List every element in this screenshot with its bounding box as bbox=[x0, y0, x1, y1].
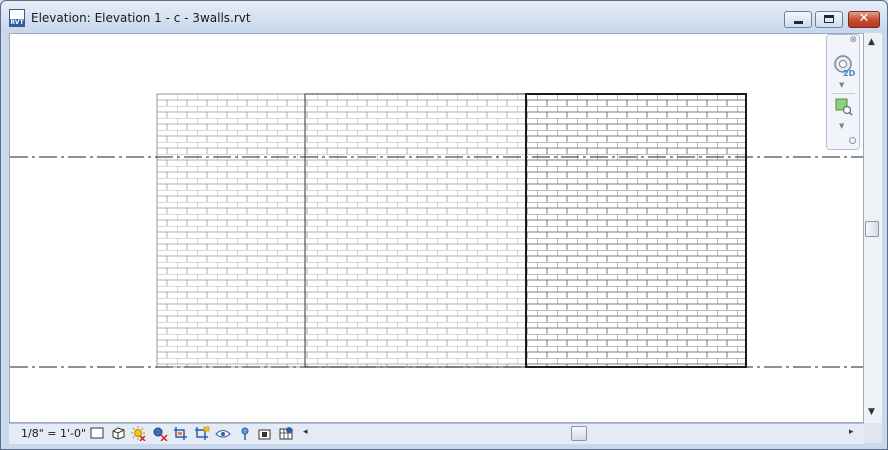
view-control-bar: 1/8" = 1'-0" ◂ ▸ bbox=[9, 423, 864, 444]
zoom-region-icon[interactable] bbox=[835, 98, 853, 116]
chevron-down-icon[interactable]: ▼ bbox=[839, 81, 844, 89]
elevation-drawing bbox=[10, 93, 863, 368]
steering-wheel-label: 2D bbox=[843, 69, 856, 78]
shadows-icon[interactable] bbox=[152, 426, 168, 441]
wall-left[interactable] bbox=[156, 93, 306, 368]
scrollbar-corner bbox=[864, 423, 882, 443]
minimize-button[interactable] bbox=[784, 11, 812, 28]
close-icon: ✕ bbox=[858, 11, 870, 26]
title-bar[interactable]: RVT Elevation: Elevation 1 - c - 3walls.… bbox=[1, 1, 887, 33]
minimize-icon bbox=[794, 21, 803, 24]
close-button[interactable]: ✕ bbox=[848, 11, 880, 28]
maximize-icon bbox=[824, 15, 834, 23]
chevron-down-icon[interactable]: ▼ bbox=[839, 122, 844, 130]
crop-view-icon[interactable] bbox=[173, 426, 189, 441]
maximize-button[interactable] bbox=[815, 11, 843, 28]
revit-view-window: RVT Elevation: Elevation 1 - c - 3walls.… bbox=[0, 0, 888, 450]
elevation-viewport[interactable] bbox=[9, 33, 864, 423]
navigation-bar: ⊗ 2D ▼ ▼ bbox=[826, 34, 860, 150]
show-crop-region-icon[interactable] bbox=[194, 426, 210, 441]
navbar-divider bbox=[831, 93, 855, 94]
visual-style-icon[interactable] bbox=[110, 426, 126, 441]
scroll-up-icon[interactable]: ▲ bbox=[868, 37, 875, 47]
close-navbar-icon[interactable]: ⊗ bbox=[849, 35, 857, 45]
vertical-scrollbar[interactable]: ▲ ▼ bbox=[864, 33, 882, 423]
wall-right[interactable] bbox=[525, 93, 747, 368]
reveal-hidden-icon[interactable] bbox=[237, 426, 253, 441]
app-icon-label: RVT bbox=[10, 19, 24, 26]
window-title: Elevation: Elevation 1 - c - 3walls.rvt bbox=[31, 11, 251, 25]
detail-level-icon[interactable] bbox=[89, 426, 105, 441]
wall-middle[interactable] bbox=[304, 93, 527, 368]
temporary-hide-icon[interactable] bbox=[215, 426, 231, 441]
sun-path-icon[interactable] bbox=[130, 426, 146, 441]
analysis-display-icon[interactable] bbox=[278, 426, 294, 441]
revit-file-icon: RVT bbox=[9, 9, 25, 27]
navbar-options-icon[interactable] bbox=[849, 137, 856, 144]
horizontal-scroll-thumb[interactable] bbox=[571, 426, 587, 441]
scroll-right-icon[interactable]: ▸ bbox=[849, 427, 854, 437]
scroll-down-icon[interactable]: ▼ bbox=[868, 407, 875, 417]
scroll-left-icon[interactable]: ◂ bbox=[303, 427, 308, 437]
view-scale[interactable]: 1/8" = 1'-0" bbox=[21, 427, 86, 440]
lock-3d-view-icon[interactable] bbox=[257, 426, 273, 441]
vertical-scroll-thumb[interactable] bbox=[865, 221, 879, 237]
